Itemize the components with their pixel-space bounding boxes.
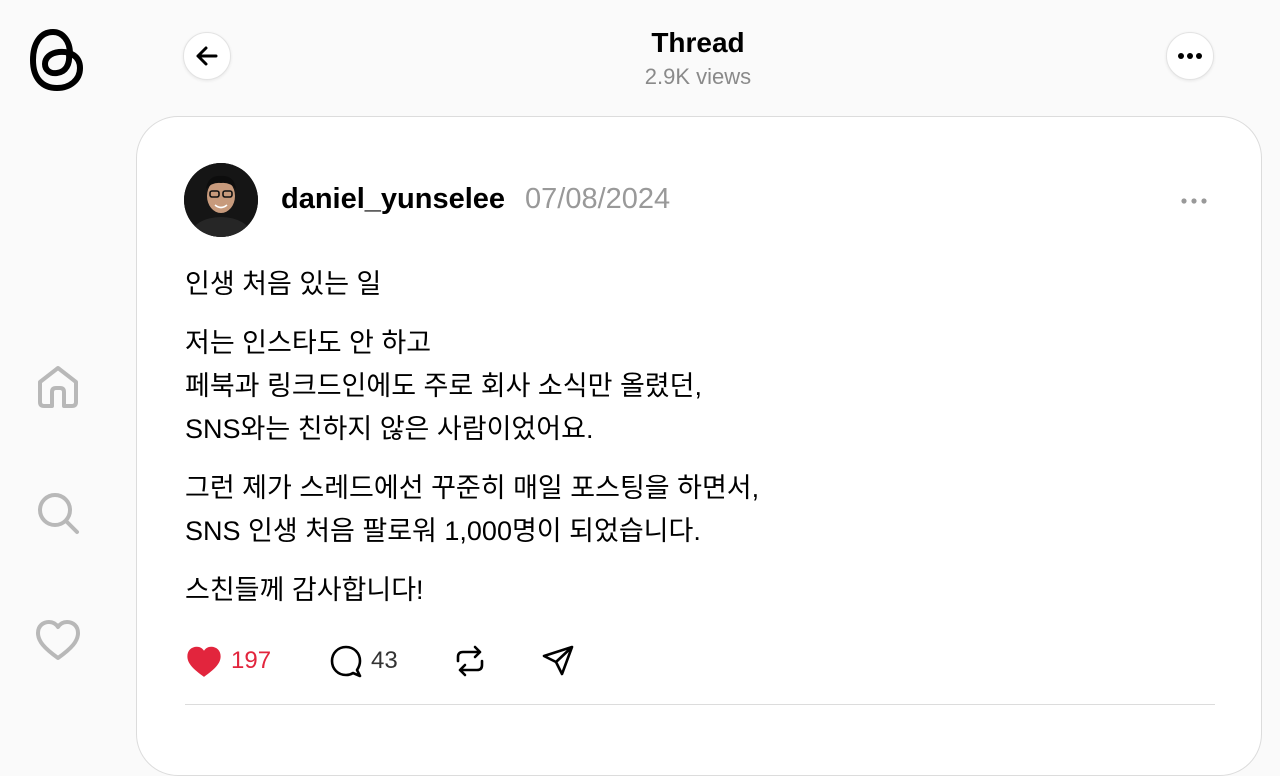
home-icon[interactable] [32, 360, 84, 412]
comment-icon [330, 645, 362, 678]
search-icon[interactable] [32, 487, 84, 539]
divider [185, 704, 1215, 705]
post-line: 저는 인스타도 안 하고 [185, 328, 432, 358]
avatar[interactable] [184, 163, 258, 237]
post-paragraph: 저는 인스타도 안 하고 페북과 링크드인에도 주로 회사 소식만 올렸던, S… [185, 322, 1185, 451]
heart-filled-icon [187, 646, 221, 677]
post-username[interactable]: daniel_yunselee [281, 183, 505, 216]
share-icon [542, 645, 574, 676]
share-button[interactable] [541, 641, 575, 681]
post-date: 07/08/2024 [525, 183, 671, 215]
more-icon [1178, 53, 1202, 59]
like-count: 197 [231, 647, 272, 674]
page-title: Thread [651, 27, 745, 58]
view-count: 2.9K views [644, 64, 752, 89]
sidebar [0, 0, 116, 722]
threads-logo[interactable] [26, 24, 88, 96]
post-line: 그런 제가 스레드에선 꾸준히 매일 포스팅을 하면서, [185, 473, 760, 503]
repost-icon [456, 645, 484, 677]
like-button[interactable]: 197 [185, 641, 271, 681]
post-line: 인생 처음 있는 일 [185, 269, 382, 299]
post-paragraph: 그런 제가 스레드에선 꾸준히 매일 포스팅을 하면서, SNS 인생 처음 팔… [185, 467, 1185, 553]
post-content: 인생 처음 있는 일 저는 인스타도 안 하고 페북과 링크드인에도 주로 회사… [185, 263, 1185, 628]
comment-button[interactable]: 43 [329, 641, 398, 681]
post-more-button[interactable] [1177, 187, 1211, 215]
post-line: 스친들께 감사합니다! [185, 575, 424, 605]
repost-button[interactable] [453, 641, 487, 681]
post-line: SNS 인생 처음 팔로워 1,000명이 되었습니다. [185, 516, 701, 546]
post-line: SNS와는 친하지 않은 사람이었어요. [185, 414, 594, 444]
post-paragraph: 스친들께 감사합니다! [185, 569, 1185, 612]
more-icon [1181, 198, 1207, 204]
post-card: daniel_yunselee 07/08/2024 인생 처음 있는 일 저는… [136, 116, 1262, 776]
comment-count: 43 [371, 647, 398, 674]
thread-header: Thread 2.9K views [136, 0, 1260, 110]
heart-icon[interactable] [32, 614, 84, 666]
more-button[interactable] [1166, 32, 1214, 80]
post-line: 페북과 링크드인에도 주로 회사 소식만 올렸던, [185, 371, 702, 401]
post-paragraph: 인생 처음 있는 일 [185, 263, 1185, 306]
